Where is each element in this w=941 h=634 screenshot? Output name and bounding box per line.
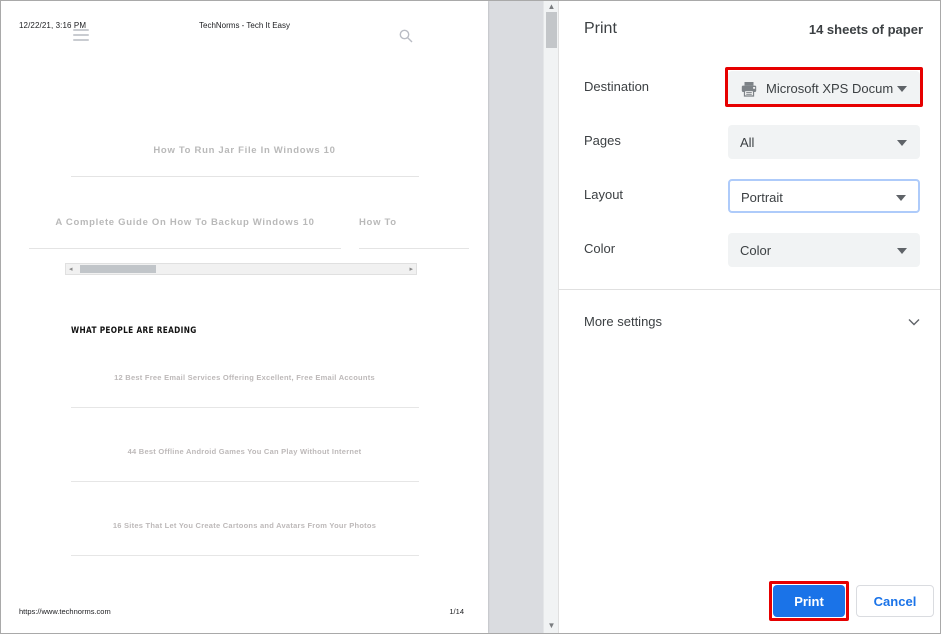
- reading-list-item-title: 12 Best Free Email Services Offering Exc…: [114, 373, 375, 382]
- divider: [70, 481, 419, 482]
- divider: [559, 289, 940, 290]
- reading-list-item-title: 44 Best Offline Android Games You Can Pl…: [127, 447, 362, 456]
- setting-label-destination: Destination: [584, 79, 650, 94]
- destination-value: Microsoft XPS Docum: [766, 81, 894, 96]
- reading-list-item-title: 16 Sites That Let You Create Cartoons an…: [112, 521, 377, 530]
- print-preview-screen: 12/22/21, 3:16 PM TechNorms - Tech It Ea…: [0, 0, 941, 634]
- search-icon: [398, 28, 414, 44]
- horizontal-scroll-thumb[interactable]: [80, 265, 156, 273]
- pages-select[interactable]: All: [728, 125, 920, 159]
- print-settings-panel: Print 14 sheets of paper Destination Mic…: [558, 1, 940, 633]
- divider: [70, 407, 419, 408]
- preview-horizontal-scrollbar[interactable]: ◂ ▸: [65, 263, 417, 275]
- pages-value: All: [740, 135, 755, 150]
- scroll-right-arrow-icon[interactable]: ▸: [409, 266, 413, 273]
- setting-label-color: Color: [584, 241, 616, 256]
- setting-row-pages: Pages All: [559, 125, 940, 159]
- preview-article-title: How To: [359, 217, 397, 228]
- preview-article-title: A Complete Guide On How To Backup Window…: [55, 217, 315, 228]
- chevron-down-icon[interactable]: [897, 248, 907, 254]
- layout-value: Portrait: [741, 190, 783, 205]
- cancel-button[interactable]: Cancel: [856, 585, 934, 617]
- hamburger-icon: [73, 29, 89, 41]
- scroll-left-arrow-icon[interactable]: ◂: [69, 266, 73, 273]
- layout-select[interactable]: Portrait: [728, 179, 920, 213]
- setting-row-destination: Destination Microsoft XPS Docum: [559, 71, 940, 105]
- destination-select[interactable]: Microsoft XPS Docum: [728, 71, 920, 105]
- more-settings-toggle[interactable]: More settings: [559, 301, 940, 343]
- scroll-up-arrow-icon[interactable]: ▲: [544, 2, 558, 12]
- printer-icon: [740, 80, 758, 98]
- preview-article-column: A Complete Guide On How To Backup Window…: [15, 217, 355, 249]
- preview-page-footer: https://www.technorms.com 1/14: [1, 607, 488, 619]
- chevron-down-icon[interactable]: [907, 315, 921, 329]
- setting-label-pages: Pages: [584, 133, 621, 148]
- sheets-of-paper-summary: 14 sheets of paper: [808, 22, 923, 37]
- divider: [29, 248, 341, 249]
- setting-row-color: Color Color: [559, 233, 940, 267]
- reading-list-item: 44 Best Offline Android Games You Can Pl…: [1, 447, 488, 482]
- preview-article-column: How To: [359, 217, 488, 249]
- divider: [70, 555, 419, 556]
- divider: [70, 176, 419, 177]
- chevron-down-icon[interactable]: [897, 140, 907, 146]
- chevron-down-icon[interactable]: [896, 195, 906, 201]
- more-settings-label: More settings: [584, 314, 663, 329]
- hamburger-line: [73, 34, 89, 36]
- print-dialog-header: Print 14 sheets of paper: [559, 1, 940, 61]
- preview-page: 12/22/21, 3:16 PM TechNorms - Tech It Ea…: [1, 1, 488, 633]
- preview-footer-url: https://www.technorms.com: [19, 607, 111, 616]
- setting-label-layout: Layout: [584, 187, 624, 202]
- setting-row-layout: Layout Portrait: [559, 179, 940, 213]
- preview-article-title: How To Run Jar File In Windows 10: [153, 145, 336, 156]
- hamburger-line: [73, 29, 89, 31]
- print-dialog-title: Print: [584, 20, 617, 37]
- print-preview-pane: 12/22/21, 3:16 PM TechNorms - Tech It Ea…: [1, 1, 558, 633]
- divider: [359, 248, 469, 249]
- preview-article-row-2: A Complete Guide On How To Backup Window…: [1, 217, 488, 263]
- color-value: Color: [740, 243, 772, 258]
- preview-page-number: 1/14: [449, 607, 464, 616]
- hamburger-line: [73, 39, 89, 41]
- reading-list-item: 12 Best Free Email Services Offering Exc…: [1, 373, 488, 408]
- print-dialog-footer: Print Cancel: [559, 571, 940, 633]
- preview-article-row-1: How To Run Jar File In Windows 10: [1, 145, 488, 177]
- section-heading-what-people-are-reading: WHAT PEOPLE ARE READING: [71, 326, 197, 336]
- color-select[interactable]: Color: [728, 233, 920, 267]
- print-button[interactable]: Print: [773, 585, 845, 617]
- vertical-scroll-thumb[interactable]: [546, 12, 557, 48]
- chevron-down-icon[interactable]: [897, 86, 907, 92]
- scroll-down-arrow-icon[interactable]: ▼: [544, 621, 558, 631]
- preview-vertical-scrollbar[interactable]: ▲ ▼: [543, 1, 558, 633]
- reading-list-item: 16 Sites That Let You Create Cartoons an…: [1, 521, 488, 556]
